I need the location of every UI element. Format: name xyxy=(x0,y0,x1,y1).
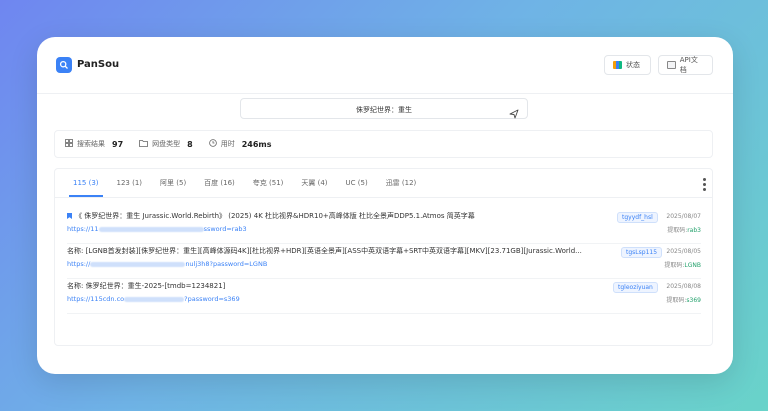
search-logo-icon xyxy=(56,57,72,73)
result-title[interactable]: 名称: [LGNB首发封装][侏罗纪世界：重生][高峰体源码4K][杜比视界+H… xyxy=(67,246,607,256)
result-link[interactable]: https://nulj3h8?password=LGNB xyxy=(67,260,267,268)
grid-icon xyxy=(65,139,73,149)
folder-icon xyxy=(139,139,149,149)
result-date: 2025/08/08 xyxy=(666,283,701,290)
result-date: 2025/08/05 xyxy=(666,248,701,255)
app-window: PanSou 状态 API文档 侏罗纪世界：重生 搜索结果 97 网盘类型 8 … xyxy=(37,37,733,374)
result-title[interactable]: 《 侏罗纪世界：重生 Jurassic.World.Rebirth》 (2025… xyxy=(67,211,607,221)
tab-tianyi[interactable]: 天翼 (4) xyxy=(301,169,327,197)
book-icon xyxy=(667,61,676,69)
status-button-label: 状态 xyxy=(626,61,640,69)
types-value: 8 xyxy=(187,139,193,149)
more-options-icon[interactable] xyxy=(701,176,707,193)
results-stat: 搜索结果 97 xyxy=(65,139,123,149)
tab-quark[interactable]: 夸克 (51) xyxy=(253,169,284,197)
header-bar: PanSou 状态 API文档 xyxy=(37,37,733,94)
tab-uc[interactable]: UC (5) xyxy=(346,169,368,197)
app-title: PanSou xyxy=(77,59,120,70)
search-query: 侏罗纪世界：重生 xyxy=(356,106,412,114)
tab-bar: 115 (3) 123 (1) 阿里 (5) 百度 (16) 夸克 (51) 天… xyxy=(55,169,712,198)
api-docs-button-label: API文档 xyxy=(679,56,698,74)
search-input[interactable]: 侏罗纪世界：重生 xyxy=(240,98,528,119)
types-stat: 网盘类型 8 xyxy=(139,139,193,149)
extract-code: 提取码:s369 xyxy=(666,297,701,304)
results-label: 搜索结果 xyxy=(77,140,105,148)
redacted-text xyxy=(90,261,186,267)
tab-123[interactable]: 123 (1) xyxy=(117,169,143,197)
stats-bar: 搜索结果 97 网盘类型 8 用时 246ms xyxy=(54,130,713,158)
list-item[interactable]: 名称: 侏罗纪世界：重生-2025-[tmdb=1234821] https:/… xyxy=(67,279,701,314)
status-button[interactable]: 状态 xyxy=(604,55,651,75)
redacted-text xyxy=(98,226,204,232)
source-tag: tgleoziyuan xyxy=(613,282,658,293)
results-value: 97 xyxy=(112,139,124,149)
types-label: 网盘类型 xyxy=(152,140,181,148)
results-panel: 115 (3) 123 (1) 阿里 (5) 百度 (16) 夸克 (51) 天… xyxy=(54,168,713,346)
send-icon[interactable] xyxy=(509,104,519,119)
time-value: 246ms xyxy=(241,139,272,149)
tab-115[interactable]: 115 (3) xyxy=(69,169,102,197)
source-tag: tgyydf_hsl xyxy=(617,212,658,223)
api-docs-button[interactable]: API文档 xyxy=(658,55,713,75)
clock-icon xyxy=(208,139,217,149)
source-tag: tgsLsp115 xyxy=(621,247,663,258)
list-item[interactable]: 《 侏罗纪世界：重生 Jurassic.World.Rebirth》 (2025… xyxy=(67,209,701,244)
chart-icon xyxy=(613,61,622,69)
result-title[interactable]: 名称: 侏罗纪世界：重生-2025-[tmdb=1234821] xyxy=(67,281,607,291)
tab-aliyun[interactable]: 阿里 (5) xyxy=(160,169,186,197)
result-date: 2025/08/07 xyxy=(666,213,701,220)
result-link[interactable]: https://11 ssword=rab3 xyxy=(67,225,247,233)
result-link[interactable]: https://115cdn.co ?password=s369 xyxy=(67,295,240,303)
time-label: 用时 xyxy=(220,140,235,148)
tab-baidu[interactable]: 百度 (16) xyxy=(204,169,235,197)
redacted-text xyxy=(124,296,185,302)
list-item[interactable]: 名称: [LGNB首发封装][侏罗纪世界：重生][高峰体源码4K][杜比视界+H… xyxy=(67,244,701,279)
bookmark-icon xyxy=(67,213,72,219)
time-stat: 用时 246ms xyxy=(208,139,272,149)
tab-xunlei[interactable]: 迅雷 (12) xyxy=(386,169,417,197)
extract-code: 提取码:LGNB xyxy=(664,262,701,269)
extract-code: 提取码:rab3 xyxy=(667,227,701,234)
